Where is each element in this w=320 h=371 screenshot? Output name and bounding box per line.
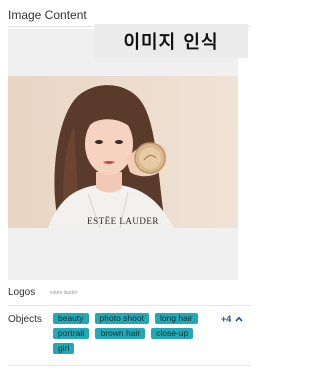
chevron-up-icon [235, 316, 243, 322]
object-tag[interactable]: beauty [53, 313, 89, 324]
object-tags: beauty photo shoot long hair portrait br… [53, 313, 218, 354]
logos-value: estée lauder [50, 290, 78, 296]
object-tag[interactable]: portrait [53, 328, 90, 339]
object-tag[interactable]: brown hair [95, 328, 146, 339]
image-recognition-badge: 이미지 인식 [94, 24, 248, 58]
objects-label: Objects [8, 314, 42, 325]
analyzed-photo: ESTĒE LAUDER [8, 76, 238, 228]
divider [8, 305, 251, 306]
brand-text: ESTĒE LAUDER [87, 216, 159, 226]
show-more-toggle[interactable]: +4 [221, 314, 243, 324]
object-tag[interactable]: long hair [154, 313, 198, 324]
divider [8, 365, 251, 366]
object-tag[interactable]: close-up [151, 328, 194, 339]
object-tag[interactable]: photo shoot [94, 313, 149, 324]
object-tag[interactable]: girl [53, 343, 75, 354]
logos-label: Logos [8, 287, 36, 298]
more-count: +4 [221, 314, 232, 324]
section-title: Image Content [8, 8, 87, 22]
